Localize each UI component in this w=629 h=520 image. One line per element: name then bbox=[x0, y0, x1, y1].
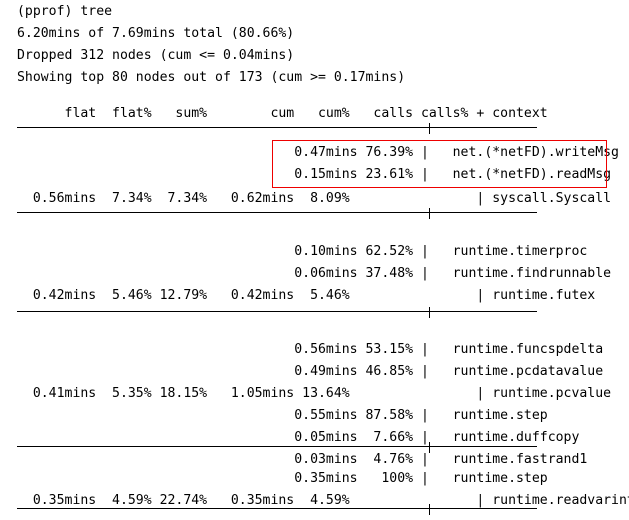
separator-rule-2 bbox=[17, 307, 537, 318]
table-row-node-runtime-pcvalue: 0.41mins 5.35% 18.15% 1.05mins 13.64% | … bbox=[17, 386, 612, 401]
separator-rule-3 bbox=[17, 442, 537, 453]
summary-line-showing: Showing top 80 nodes out of 173 (cum >= … bbox=[17, 70, 406, 85]
table-row-node-syscall-syscall: 0.56mins 7.34% 7.34% 0.62mins 8.09% | sy… bbox=[17, 191, 612, 206]
table-row-callee-writemsg: 0.47mins 76.39% | net.(*netFD).writeMsg bbox=[17, 145, 619, 160]
rule-tick-icon bbox=[429, 208, 430, 219]
summary-line-total: 6.20mins of 7.69mins total (80.66%) bbox=[17, 26, 295, 41]
table-row-callee-findrunnable: 0.06mins 37.48% | runtime.findrunnable bbox=[17, 266, 612, 281]
rule-tick-icon bbox=[429, 442, 430, 453]
table-row-node-runtime-futex: 0.42mins 5.46% 12.79% 0.42mins 5.46% | r… bbox=[17, 288, 596, 303]
separator-rule-4 bbox=[17, 504, 537, 515]
rule-tick-icon bbox=[429, 307, 430, 318]
rule-tick-icon bbox=[429, 504, 430, 515]
table-row-callee-timerproc: 0.10mins 62.52% | runtime.timerproc bbox=[17, 244, 588, 259]
summary-line-dropped: Dropped 312 nodes (cum <= 0.04mins) bbox=[17, 48, 295, 63]
pprof-terminal-output: (pprof) tree 6.20mins of 7.69mins total … bbox=[0, 0, 629, 520]
table-row-callee-step-2: 0.35mins 100% | runtime.step bbox=[17, 471, 548, 486]
separator-rule-1 bbox=[17, 208, 537, 219]
table-row-callee-pcdatavalue: 0.49mins 46.85% | runtime.pcdatavalue bbox=[17, 364, 604, 379]
table-column-header: flat flat% sum% cum cum% calls calls% + … bbox=[17, 106, 548, 121]
table-row-callee-funcspdelta: 0.56mins 53.15% | runtime.funcspdelta bbox=[17, 342, 604, 357]
pprof-prompt-line: (pprof) tree bbox=[17, 4, 113, 19]
table-row-callee-step: 0.55mins 87.58% | runtime.step bbox=[17, 408, 548, 423]
separator-rule-0 bbox=[17, 123, 537, 134]
table-row-callee-readmsg: 0.15mins 23.61% | net.(*netFD).readMsg bbox=[17, 167, 612, 182]
